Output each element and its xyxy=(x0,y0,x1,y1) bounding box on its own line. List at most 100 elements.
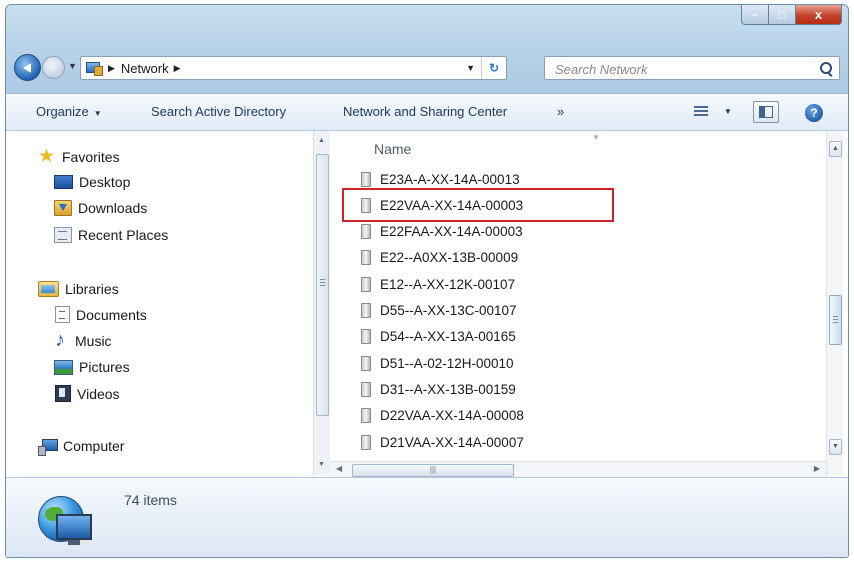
scroll-right-icon[interactable]: ▶ xyxy=(814,464,820,473)
file-row[interactable]: D54--A-XX-13A-00165 xyxy=(361,324,611,350)
view-options-dropdown-icon[interactable]: ▼ xyxy=(724,107,732,116)
maximize-button[interactable]: □ xyxy=(769,5,796,25)
network-large-icon xyxy=(32,490,92,546)
organize-button[interactable]: Organize ▼ xyxy=(36,104,102,119)
horizontal-scroll-thumb[interactable]: ||| xyxy=(352,464,514,477)
address-dropdown-icon[interactable]: ▼ xyxy=(466,63,475,73)
network-computer-icon xyxy=(361,329,371,345)
column-header-name[interactable]: Name xyxy=(374,141,411,157)
scroll-down-icon[interactable]: ▼ xyxy=(318,461,325,468)
nav-recent-places[interactable]: Recent Places xyxy=(54,227,168,243)
nav-computer[interactable]: Computer xyxy=(38,438,125,456)
file-name: E22--A0XX-13B-00009 xyxy=(380,250,519,266)
preview-pane-button[interactable] xyxy=(753,101,779,123)
nav-libraries[interactable]: Libraries xyxy=(38,281,119,297)
grip-line xyxy=(833,319,838,320)
scroll-up-button[interactable]: ▲ xyxy=(829,141,842,157)
file-list-pane: ▼ Name E23A-A-XX-14A-00013 E22VAA-XX-14A-… xyxy=(330,131,826,461)
scroll-down-button[interactable]: ▼ xyxy=(829,439,842,455)
navigation-pane-scroll-thumb[interactable] xyxy=(316,154,329,416)
title-bar[interactable]: – □ x xyxy=(6,5,848,49)
file-row[interactable]: E12--A-XX-12K-00107 xyxy=(361,271,611,297)
desktop-icon xyxy=(54,175,73,189)
search-active-directory-button[interactable]: Search Active Directory xyxy=(151,104,286,119)
file-name: D54--A-XX-13A-00165 xyxy=(380,329,516,345)
explorer-window: – □ x ▼ ▶ Network ▶ ▼ ↻ Organize ▼ Search… xyxy=(5,4,849,558)
file-list-scroll-thumb[interactable] xyxy=(829,295,842,345)
network-computer-icon xyxy=(361,408,371,424)
recent-pages-dropdown[interactable]: ▼ xyxy=(68,61,77,71)
pictures-icon xyxy=(54,359,73,375)
file-name: D21VAA-XX-14A-00007 xyxy=(380,434,524,450)
file-name: E23A-A-XX-14A-00013 xyxy=(380,171,520,187)
nav-documents[interactable]: Documents xyxy=(55,306,147,323)
file-name: D51--A-02-12H-00010 xyxy=(380,355,514,371)
breadcrumb-root-arrow[interactable]: ▶ xyxy=(108,63,115,74)
search-input[interactable] xyxy=(553,58,797,80)
file-name: D55--A-XX-13C-00107 xyxy=(380,303,517,318)
network-computer-icon xyxy=(361,276,371,292)
file-row[interactable]: E22FAA-XX-14A-00003 xyxy=(361,219,611,245)
nav-desktop[interactable]: Desktop xyxy=(54,174,130,190)
refresh-icon[interactable]: ↻ xyxy=(481,57,506,79)
minimize-icon: – xyxy=(751,8,759,21)
network-computer-icon xyxy=(361,355,371,371)
view-options-icon[interactable] xyxy=(694,106,708,117)
file-name: D22VAA-XX-14A-00008 xyxy=(380,408,524,424)
nav-music-label: Music xyxy=(75,333,112,349)
network-icon xyxy=(85,61,103,76)
file-name: E22FAA-XX-14A-00003 xyxy=(380,224,523,240)
network-computer-icon xyxy=(361,224,371,240)
star-icon xyxy=(38,145,56,168)
window-controls: – □ x xyxy=(741,5,842,27)
search-icon[interactable] xyxy=(820,62,832,74)
file-list-horizontal-scrollbar[interactable]: ◀ ||| ▶ xyxy=(330,461,826,477)
file-row[interactable]: D31--A-XX-13B-00159 xyxy=(361,376,611,402)
grip-line xyxy=(833,322,838,323)
nav-libraries-label: Libraries xyxy=(65,281,119,297)
libraries-icon xyxy=(38,281,59,297)
nav-documents-label: Documents xyxy=(76,306,147,323)
navigation-pane: Favorites Desktop Downloads Recent Place… xyxy=(6,131,313,475)
breadcrumb-network-arrow[interactable]: ▶ xyxy=(174,63,181,74)
scroll-left-icon[interactable]: ◀ xyxy=(336,464,342,473)
music-icon xyxy=(55,329,69,352)
help-button[interactable]: ? xyxy=(805,104,823,122)
grip-line xyxy=(320,282,325,283)
forward-button[interactable] xyxy=(42,56,65,79)
file-list-vertical-scrollbar[interactable]: ▲ ▼ xyxy=(826,131,843,475)
network-sharing-center-button[interactable]: Network and Sharing Center xyxy=(343,104,507,119)
documents-icon xyxy=(55,306,70,323)
back-button[interactable] xyxy=(14,54,41,81)
nav-downloads-label: Downloads xyxy=(78,200,148,216)
nav-favorites[interactable]: Favorites xyxy=(38,145,120,168)
nav-computer-label: Computer xyxy=(63,438,125,454)
close-icon: x xyxy=(814,7,823,22)
close-button[interactable]: x xyxy=(796,5,842,25)
file-row[interactable]: D22VAA-XX-14A-00008 xyxy=(361,403,611,429)
address-bar[interactable]: ▶ Network ▶ ▼ ↻ xyxy=(80,56,507,80)
nav-pictures[interactable]: Pictures xyxy=(54,359,130,375)
nav-videos[interactable]: Videos xyxy=(55,385,120,402)
videos-icon xyxy=(55,385,71,402)
network-computer-icon xyxy=(361,250,371,266)
monitor-icon xyxy=(56,514,92,545)
file-name: D31--A-XX-13B-00159 xyxy=(380,381,516,397)
more-commands-button[interactable]: » xyxy=(557,104,564,119)
minimize-button[interactable]: – xyxy=(741,5,769,25)
network-computer-icon xyxy=(361,434,371,450)
sort-indicator-icon: ▼ xyxy=(592,133,600,142)
nav-downloads[interactable]: Downloads xyxy=(54,200,147,216)
navigation-pane-scrollbar[interactable]: ▲ ▼ xyxy=(313,131,330,475)
file-row[interactable]: E22--A0XX-13B-00009 xyxy=(361,245,611,271)
breadcrumb-network[interactable]: Network xyxy=(121,61,169,76)
file-row[interactable]: D51--A-02-12H-00010 xyxy=(361,350,611,376)
recent-places-icon xyxy=(54,227,72,243)
file-row[interactable]: D21VAA-XX-14A-00007 xyxy=(361,429,611,455)
downloads-icon xyxy=(54,200,72,216)
search-box xyxy=(544,56,840,80)
file-row[interactable]: D55--A-XX-13C-00107 xyxy=(361,298,611,324)
nav-music[interactable]: Music xyxy=(55,329,112,352)
scroll-up-icon[interactable]: ▲ xyxy=(318,137,325,144)
network-computer-icon xyxy=(361,381,371,397)
